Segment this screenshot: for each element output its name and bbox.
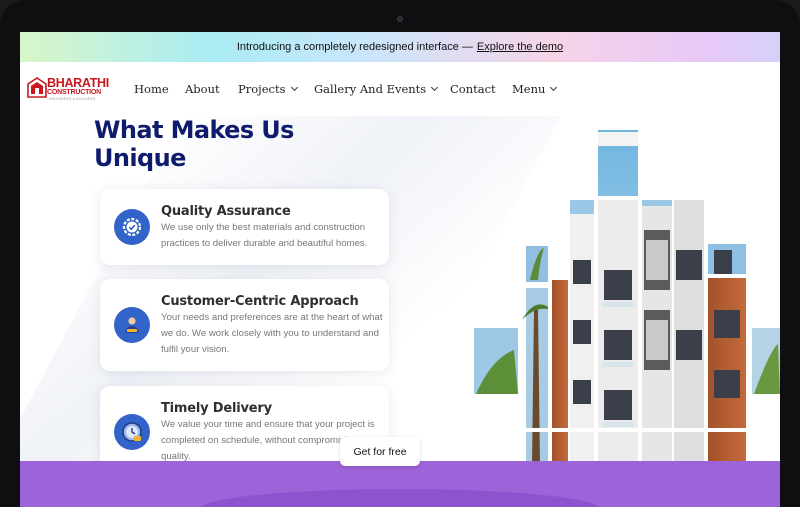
nav-label: Gallery And Events bbox=[314, 82, 427, 96]
logo-emblem-icon bbox=[27, 77, 47, 98]
nav-item-about[interactable]: About bbox=[185, 82, 238, 96]
chevron-down-icon bbox=[431, 83, 439, 92]
explore-demo-link[interactable]: Explore the demo bbox=[477, 41, 563, 53]
nav-item-projects[interactable]: Projects bbox=[238, 82, 314, 96]
nav-label: Contact bbox=[450, 82, 496, 96]
feature-title: Customer-Centric Approach bbox=[161, 294, 359, 309]
chevron-down-icon bbox=[550, 83, 558, 92]
nav-item-menu[interactable]: Menu bbox=[512, 82, 572, 96]
bottom-promo-bar bbox=[20, 461, 780, 507]
section-title-line1: What Makes Us bbox=[94, 116, 294, 144]
nav-label: Menu bbox=[512, 82, 546, 96]
building-collage-image bbox=[452, 130, 780, 464]
section-title: What Makes Us Unique bbox=[94, 116, 394, 172]
get-for-free-button[interactable]: Get for free bbox=[340, 437, 420, 466]
feature-card-customer: Customer-Centric Approach Your needs and… bbox=[100, 279, 389, 371]
gear-check-icon bbox=[114, 209, 150, 245]
announcement-banner: Introducing a completely redesigned inte… bbox=[20, 32, 780, 62]
clock-icon bbox=[114, 414, 150, 450]
company-logo[interactable]: BHARATHI CONSTRUCTION ENGINEERS & BUILDE… bbox=[27, 76, 111, 102]
section-title-line2: Unique bbox=[94, 144, 186, 172]
feature-description: We use only the best materials and const… bbox=[161, 222, 368, 249]
chevron-down-icon bbox=[290, 83, 298, 92]
feature-card-quality: Quality Assurance We use only the best m… bbox=[100, 189, 389, 265]
browser-viewport: Introducing a completely redesigned inte… bbox=[20, 32, 780, 507]
nav-item-contact[interactable]: Contact bbox=[450, 82, 512, 96]
logo-tagline: ENGINEERS & BUILDERS bbox=[49, 97, 96, 101]
footer-glow bbox=[200, 489, 600, 507]
nav-menu: Home About Projects Gallery And Events C… bbox=[134, 62, 572, 116]
feature-title: Quality Assurance bbox=[161, 204, 291, 219]
nav-item-gallery-events[interactable]: Gallery And Events bbox=[314, 82, 450, 96]
customer-icon bbox=[114, 307, 150, 343]
logo-subtitle: CONSTRUCTION bbox=[47, 89, 101, 96]
camera-icon bbox=[397, 16, 403, 22]
nav-label: Projects bbox=[238, 82, 286, 96]
main-navigation: BHARATHI CONSTRUCTION ENGINEERS & BUILDE… bbox=[20, 62, 780, 116]
nav-item-home[interactable]: Home bbox=[134, 82, 185, 96]
feature-description: Your needs and preferences are at the he… bbox=[161, 312, 383, 355]
banner-text: Introducing a completely redesigned inte… bbox=[236, 41, 473, 53]
feature-title: Timely Delivery bbox=[161, 401, 272, 416]
nav-label: About bbox=[185, 82, 220, 96]
nav-label: Home bbox=[134, 82, 169, 96]
logo-name: BHARATHI bbox=[47, 76, 109, 90]
